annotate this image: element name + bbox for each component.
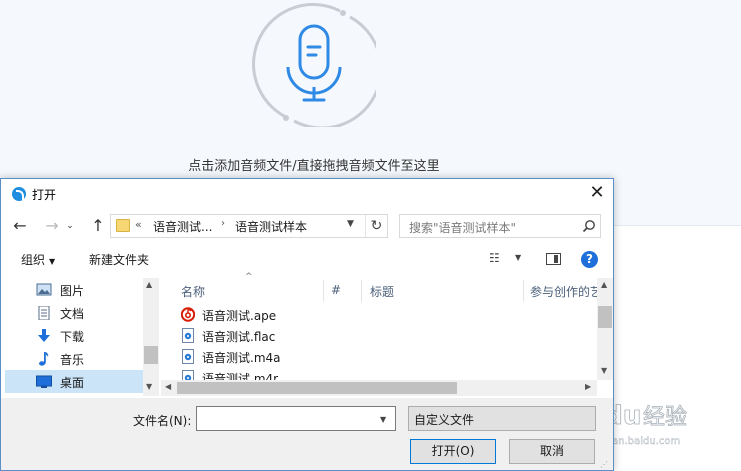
filename-input[interactable] — [196, 406, 396, 431]
new-folder-button[interactable]: 新建文件夹 — [89, 251, 149, 268]
nav-item-desktop[interactable]: 桌面 — [5, 370, 143, 393]
nav-item-label: 文档 — [60, 307, 85, 321]
navigation-pane: 图片 文档 下载 音乐 桌面 ▲ ▼ — [1, 278, 159, 396]
nav-item-pictures[interactable]: 图片 — [5, 278, 143, 301]
scrollbar-thumb[interactable] — [598, 306, 612, 328]
chevron-down-icon[interactable]: ▼ — [380, 415, 386, 424]
open-file-dialog: 打开 ✕ ← → ⌄ ↑ « 语音测试... › 语音测试样本 ▼ ↻ 搜索"语… — [0, 178, 614, 471]
netease-music-icon — [181, 307, 195, 322]
address-dropdown-icon[interactable]: ▼ — [347, 219, 354, 229]
breadcrumb-segment-current[interactable]: 语音测试样本 — [235, 218, 307, 235]
scroll-down-icon[interactable]: ▼ — [146, 382, 152, 391]
dialog-title: 打开 — [32, 188, 57, 202]
file-row[interactable]: 语音测试.m4r — [181, 367, 381, 380]
scroll-up-icon[interactable]: ▲ — [601, 280, 607, 289]
audio-file-icon — [182, 370, 194, 380]
scroll-right-icon[interactable]: ▶ — [585, 382, 591, 391]
filename-label: 文件名(N): — [133, 414, 192, 428]
folder-icon — [116, 219, 130, 232]
chevron-down-icon: ▼ — [49, 257, 56, 266]
help-icon[interactable]: ? — [581, 251, 598, 268]
download-icon — [38, 329, 50, 342]
column-headers: ^ 名称 # 标题 参与创作的艺 — [161, 272, 602, 302]
microphone-icon[interactable] — [252, 3, 376, 127]
audio-file-icon — [182, 328, 194, 343]
close-button[interactable]: ✕ — [583, 181, 611, 207]
scroll-left-icon[interactable]: ◀ — [165, 382, 171, 391]
column-divider[interactable] — [523, 280, 524, 302]
scrollbar-thumb[interactable] — [144, 346, 158, 364]
file-name: 语音测试.m4r — [202, 372, 279, 380]
file-row[interactable]: 语音测试.flac — [181, 325, 381, 346]
file-name: 语音测试.m4a — [202, 351, 281, 365]
audio-file-icon — [182, 349, 194, 364]
nav-item-label: 图片 — [60, 284, 85, 298]
column-header-name[interactable]: 名称 — [181, 283, 205, 300]
dialog-toolbar: 组织 ▼ 新建文件夹 ☷ ▼ ? — [1, 247, 613, 271]
filetype-select[interactable]: 自定义文件 — [408, 406, 596, 431]
file-row[interactable]: 语音测试.ape — [181, 304, 381, 325]
search-placeholder: 搜索"语音测试样本" — [409, 221, 517, 235]
drop-hint-text: 点击添加音频文件/直接拖拽音频文件至这里 — [188, 159, 440, 174]
cancel-button[interactable]: 取消 — [509, 439, 595, 464]
scroll-down-icon[interactable]: ▼ — [601, 366, 607, 375]
recent-locations-chevron-icon[interactable]: ⌄ — [63, 215, 77, 237]
filetype-value: 自定义文件 — [414, 413, 475, 427]
back-arrow-icon[interactable]: ← — [9, 215, 31, 237]
search-input[interactable]: 搜索"语音测试样本" — [399, 214, 601, 238]
nav-item-label: 下载 — [60, 330, 85, 344]
address-overflow-chevrons[interactable]: « — [135, 218, 142, 231]
refresh-icon[interactable]: ↻ — [365, 215, 387, 237]
column-divider[interactable] — [323, 280, 324, 302]
up-arrow-icon[interactable]: ↑ — [87, 215, 109, 237]
file-row[interactable]: 语音测试.m4a — [181, 346, 381, 367]
resize-grip-icon[interactable]: ⋰ — [600, 460, 608, 469]
open-button[interactable]: 打开(O) — [410, 439, 496, 464]
app-logo-icon — [12, 187, 26, 201]
nav-item-documents[interactable]: 文档 — [5, 301, 143, 324]
file-name: 语音测试.flac — [202, 330, 276, 344]
chevron-down-icon[interactable]: ▼ — [515, 253, 521, 262]
column-header-title[interactable]: 标题 — [370, 283, 394, 300]
nav-item-downloads[interactable]: 下载 — [5, 324, 143, 347]
organize-label: 组织 — [21, 253, 46, 267]
preview-pane-icon[interactable] — [546, 253, 561, 265]
file-list-vertical-scrollbar[interactable]: ▲ ▼ — [597, 278, 613, 380]
navigation-row: ← → ⌄ ↑ « 语音测试... › 语音测试样本 ▼ ↻ 搜索"语音测试样本… — [1, 212, 613, 240]
svg-text:经验: 经验 — [643, 405, 687, 430]
search-icon[interactable] — [582, 219, 596, 233]
nav-pane-scrollbar[interactable]: ▲ ▼ — [143, 278, 159, 396]
desktop-icon — [36, 375, 52, 388]
music-icon — [39, 352, 49, 366]
file-name: 语音测试.ape — [202, 309, 277, 323]
file-list-horizontal-scrollbar[interactable]: ◀ ▶ — [161, 380, 597, 396]
pictures-icon — [36, 283, 52, 296]
nav-item-label: 桌面 — [60, 376, 85, 390]
column-header-number[interactable]: # — [331, 283, 341, 297]
nav-item-music[interactable]: 音乐 — [5, 347, 143, 370]
address-bar[interactable]: « 语音测试... › 语音测试样本 ▼ ↻ — [110, 214, 388, 238]
scrollbar-thumb[interactable] — [177, 382, 457, 394]
nav-item-label: 音乐 — [60, 353, 85, 367]
column-divider[interactable] — [361, 280, 362, 302]
organize-button[interactable]: 组织 ▼ — [21, 251, 55, 268]
documents-icon — [38, 306, 50, 320]
sort-ascending-icon: ^ — [245, 272, 253, 282]
column-header-artist[interactable]: 参与创作的艺 — [530, 283, 602, 300]
file-list: ^ 名称 # 标题 参与创作的艺 语音测试.ape 语音测试.flac 语音测试… — [161, 272, 613, 398]
dialog-titlebar[interactable]: 打开 ✕ — [1, 179, 613, 209]
breadcrumb-separator[interactable]: › — [221, 218, 225, 229]
scroll-up-icon[interactable]: ▲ — [146, 280, 152, 289]
dialog-footer: 文件名(N): ▼ 自定义文件 打开(O) 取消 ⋰ — [1, 398, 613, 470]
breadcrumb-segment-parent[interactable]: 语音测试... — [153, 218, 212, 235]
forward-arrow-icon[interactable]: → — [41, 215, 63, 237]
view-options-icon[interactable]: ☷ — [489, 251, 500, 265]
